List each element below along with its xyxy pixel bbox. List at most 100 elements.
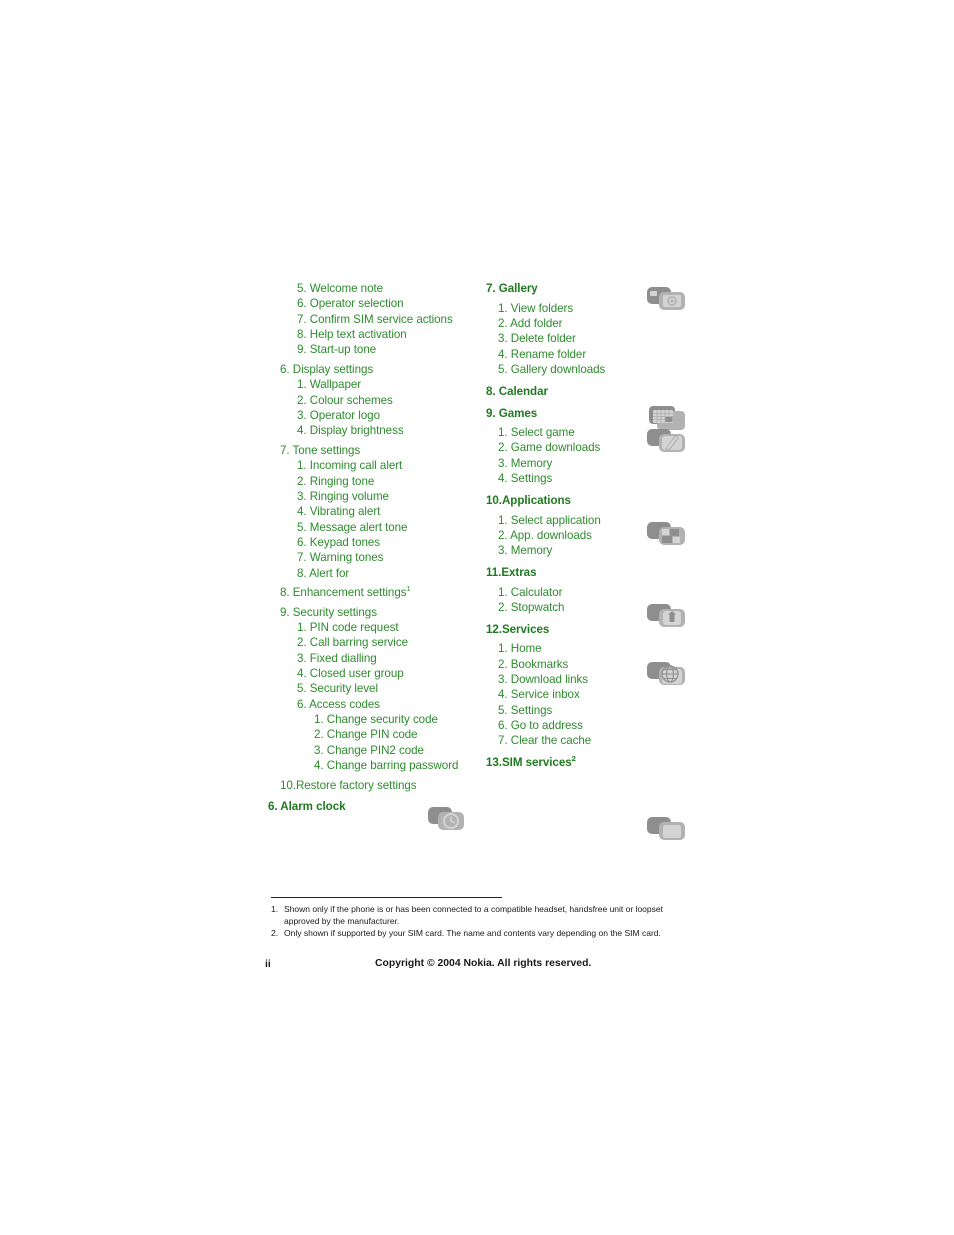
toc-entry[interactable]: 13.SIM services2 — [486, 755, 698, 770]
page-footer: ii Copyright © 2004 Nokia. All rights re… — [265, 958, 685, 974]
toc-entry-label: 9. Start-up tone — [297, 343, 377, 357]
sim-services-icon — [645, 814, 687, 842]
toc-entry[interactable]: 2. Colour schemes — [268, 393, 468, 408]
toc-entry[interactable]: 3. Change PIN2 code — [268, 743, 468, 758]
toc-entry[interactable]: 5. Gallery downloads — [486, 362, 698, 377]
toc-entry[interactable]: 9. Security settings — [268, 605, 468, 620]
toc-entry-label: 4. Vibrating alert — [297, 505, 381, 519]
footnote-number: 1. — [271, 904, 279, 914]
toc-entry-label: 3. Download links — [498, 673, 589, 686]
extras-icon — [645, 601, 687, 629]
footnote-text: Shown only if the phone is or has been c… — [284, 904, 663, 926]
toc-entry-label: 6. Keypad tones — [297, 535, 381, 549]
toc-entry-label: 5. Welcome note — [297, 282, 384, 295]
toc-entry-label: 8. Enhancement settings — [280, 586, 407, 600]
toc-entry[interactable]: 8. Help text activation — [268, 327, 468, 342]
toc-entry-label: 6. Display settings — [280, 362, 374, 376]
toc-entry[interactable]: 7. Warning tones — [268, 550, 468, 565]
toc-entry[interactable]: 7. Confirm SIM service actions — [268, 312, 468, 327]
toc-entry[interactable]: 11.Extras — [486, 565, 698, 580]
toc-entry-label: 6. Alarm clock — [268, 800, 346, 814]
toc-entry[interactable]: 1. Home — [486, 641, 698, 656]
toc-entry-label: 4. Service inbox — [498, 688, 580, 702]
footnote-separator-rule — [271, 897, 502, 898]
toc-entry-label: 2. Game downloads — [498, 441, 601, 455]
toc-entry[interactable]: 3. Delete folder — [486, 331, 698, 346]
toc-entry-label: 2. Stopwatch — [498, 600, 565, 614]
toc-entry-label: 4. Display brightness — [297, 424, 404, 438]
footnote-marker: 1 — [406, 584, 411, 594]
toc-entry[interactable]: 1. Wallpaper — [268, 377, 468, 392]
toc-entry-label: 6. Go to address — [498, 719, 583, 733]
toc-entry[interactable]: 8. Enhancement settings1 — [268, 585, 468, 600]
toc-entry-label: 3. Memory — [498, 456, 553, 470]
toc-entry-label: 4. Closed user group — [297, 667, 404, 680]
toc-entry-label: 2. Ringing tone — [297, 474, 375, 488]
toc-entry[interactable]: 2. Add folder — [486, 316, 698, 331]
footnote-number: 2. — [271, 928, 279, 939]
page-number: ii — [265, 958, 271, 970]
toc-entry[interactable]: 6. Display settings — [268, 362, 468, 377]
toc-entry-label: 2. Call barring service — [297, 636, 408, 650]
toc-entry[interactable]: 1. Change security code — [268, 712, 468, 727]
toc-entry-label: 5. Security level — [297, 682, 378, 696]
toc-entry[interactable]: 5. Message alert tone — [268, 520, 468, 535]
toc-entry[interactable]: 6. Go to address — [486, 718, 698, 733]
toc-entry-label: 1. Wallpaper — [297, 378, 362, 392]
toc-entry-label: 1. Incoming call alert — [297, 459, 403, 473]
toc-entry-label: 7. Tone settings — [280, 443, 361, 457]
toc-entry[interactable]: 4. Change barring password — [268, 758, 468, 773]
footnote-item: 2. Only shown if supported by your SIM ca… — [271, 928, 671, 940]
toc-entry[interactable]: 6. Operator selection — [268, 296, 468, 311]
toc-entry-label: 9. Security settings — [280, 605, 377, 619]
toc-entry-label: 1. Home — [498, 642, 542, 656]
services-icon — [645, 659, 687, 687]
toc-entry[interactable]: 1. PIN code request — [268, 620, 468, 635]
footnote-item: 1. Shown only if the phone is or has been… — [271, 904, 671, 927]
toc-entry-label: 6. Operator selection — [297, 297, 404, 311]
toc-entry[interactable]: 6. Access codes — [268, 697, 468, 712]
toc-entry[interactable]: 8. Alert for — [268, 566, 468, 581]
toc-entry[interactable]: 3. Fixed dialling — [268, 651, 468, 666]
games-icon — [645, 426, 687, 454]
toc-entry[interactable]: 1. Calculator — [486, 585, 698, 600]
toc-entry[interactable]: 3. Ringing volume — [268, 489, 468, 504]
toc-entry[interactable]: 10.Restore factory settings — [268, 778, 468, 793]
toc-entry[interactable]: 4. Settings — [486, 471, 698, 486]
toc-entry[interactable]: 4. Closed user group — [268, 666, 468, 681]
toc-entry[interactable]: 8. Calendar — [486, 384, 698, 399]
toc-entry[interactable]: 4. Rename folder — [486, 347, 698, 362]
toc-entry[interactable]: 4. Vibrating alert — [268, 504, 468, 519]
toc-entry-label: 11.Extras — [486, 566, 537, 580]
toc-entry[interactable]: 3. Operator logo — [268, 408, 468, 423]
toc-column-left: 5. Welcome note 6. Operator selection 7. C… — [268, 281, 468, 815]
toc-entry[interactable]: 7. Tone settings — [268, 443, 468, 458]
toc-entry[interactable]: 2. Change PIN code — [268, 727, 468, 742]
toc-entry[interactable]: 5. Settings — [486, 703, 698, 718]
toc-entry[interactable]: 6. Keypad tones — [268, 535, 468, 550]
toc-entry[interactable]: 2. Call barring service — [268, 635, 468, 650]
toc-entry[interactable]: 5. Welcome note — [268, 281, 468, 296]
toc-entry-label: 8. Calendar — [486, 384, 548, 398]
toc-entry-label: 8. Alert for — [297, 566, 350, 580]
toc-entry[interactable]: 4. Service inbox — [486, 687, 698, 702]
toc-entry[interactable]: 9. Start-up tone — [268, 342, 468, 357]
toc-entry[interactable]: 10.Applications — [486, 493, 698, 508]
toc-entry[interactable]: 7. Clear the cache — [486, 733, 698, 748]
toc-entry-label: 2. Add folder — [498, 316, 563, 330]
toc-entry[interactable]: 2. Ringing tone — [268, 474, 468, 489]
toc-entry-label: 5. Gallery downloads — [498, 362, 606, 376]
copyright-notice: Copyright © 2004 Nokia. All rights reser… — [375, 958, 592, 969]
toc-entry-label: 1. Change security code — [314, 713, 438, 727]
toc-entry-label: 5. Settings — [498, 703, 553, 717]
toc-entry-label: 1. Calculator — [498, 585, 563, 599]
toc-entry-label: 2. App. downloads — [498, 528, 592, 542]
toc-entry[interactable]: 4. Display brightness — [268, 423, 468, 438]
gallery-icon — [645, 284, 687, 312]
toc-entry-label: 7. Confirm SIM service actions — [297, 312, 453, 326]
toc-entry-label: 13.SIM services — [486, 756, 572, 770]
toc-entry[interactable]: 5. Security level — [268, 681, 468, 696]
toc-entry-label: 3. Operator logo — [297, 408, 380, 422]
toc-entry[interactable]: 3. Memory — [486, 456, 698, 471]
toc-entry[interactable]: 1. Incoming call alert — [268, 458, 468, 473]
